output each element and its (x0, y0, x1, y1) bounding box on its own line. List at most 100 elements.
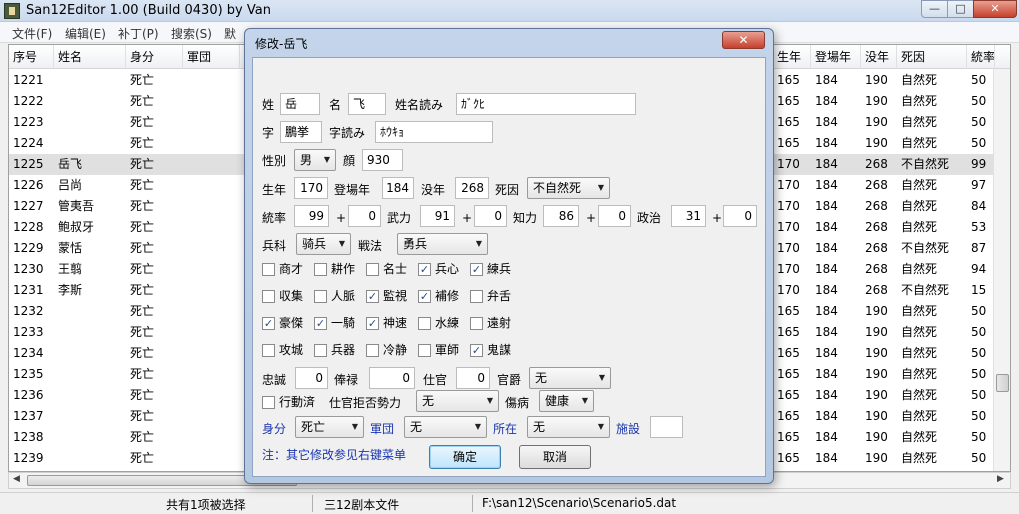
app-icon (4, 3, 20, 19)
col-status[interactable]: 身分 (126, 45, 183, 69)
tactic-select[interactable]: 勇兵 ▼ (397, 233, 488, 255)
col-death[interactable]: 没年 (861, 45, 897, 69)
corps-select[interactable]: 无 ▼ (404, 416, 487, 438)
service-input[interactable]: 0 (456, 367, 490, 389)
cell-death: 190 (865, 388, 888, 402)
courtesy-reading-input[interactable]: ﾎｳｷｮ (375, 121, 493, 143)
checkbox-box[interactable]: ✓ (470, 344, 483, 357)
cancel-button[interactable]: 取消 (519, 445, 591, 469)
cell-death: 190 (865, 430, 888, 444)
col-birth[interactable]: 生年 (773, 45, 811, 69)
cell-death: 190 (865, 409, 888, 423)
checkbox-box[interactable] (314, 263, 327, 276)
rank-select[interactable]: 无 ▼ (529, 367, 611, 389)
gender-select[interactable]: 男 ▼ (294, 149, 336, 171)
col-lead[interactable]: 統率 (967, 45, 995, 69)
location-select[interactable]: 无 ▼ (527, 416, 610, 438)
vertical-scroll-thumb[interactable] (996, 374, 1009, 392)
checkbox-box[interactable] (314, 344, 327, 357)
pol-bonus-input[interactable]: 0 (723, 205, 757, 227)
menu-more[interactable]: 默 (224, 25, 236, 42)
checkbox-box[interactable]: ✓ (418, 290, 431, 303)
checkbox-box[interactable] (314, 290, 327, 303)
checkbox-box[interactable]: ✓ (366, 317, 379, 330)
cell-id: 1233 (13, 325, 44, 339)
int-bonus-input[interactable]: 0 (598, 205, 631, 227)
menu-search[interactable]: 搜索(S) (171, 25, 212, 42)
pol-input[interactable]: 31 (671, 205, 706, 227)
col-cause[interactable]: 死因 (897, 45, 967, 69)
dialog-close-button[interactable]: ✕ (722, 31, 765, 49)
checkbox-box[interactable] (418, 344, 431, 357)
illness-select[interactable]: 健康 ▼ (539, 390, 594, 412)
skill-label: 攻城 (279, 343, 304, 357)
cell-lead: 50 (971, 388, 987, 402)
col-name[interactable]: 姓名 (54, 45, 126, 69)
service-label: 仕官 (423, 373, 448, 387)
illness-label: 傷病 (505, 396, 530, 410)
surname-input[interactable]: 岳 (280, 93, 320, 115)
loyalty-input[interactable]: 0 (295, 367, 328, 389)
checkbox-box[interactable] (262, 344, 275, 357)
checkbox-box[interactable]: ✓ (314, 317, 327, 330)
branch-select[interactable]: 骑兵 ▼ (296, 233, 351, 255)
checkbox-box[interactable] (470, 290, 483, 303)
int-input[interactable]: 86 (543, 205, 579, 227)
checkbox-box[interactable]: ✓ (470, 263, 483, 276)
name-reading-label: 姓名読み (395, 98, 444, 112)
close-button[interactable]: ✕ (973, 0, 1017, 18)
cell-name: 王翦 (58, 262, 83, 276)
status-bar: 共有1项被选择 三12剧本文件 F:\san12\Scenario\Scenar… (0, 492, 1019, 514)
courtesy-input[interactable]: 鵬挙 (280, 121, 322, 143)
cell-id: 1237 (13, 409, 44, 423)
scroll-left-arrow[interactable]: ◀ (13, 474, 20, 484)
menu-patch[interactable]: 补丁(P) (118, 25, 159, 42)
maximize-button[interactable]: □ (947, 0, 974, 18)
col-corps[interactable]: 軍団 (183, 45, 240, 69)
debut-input[interactable]: 184 (382, 177, 414, 199)
col-id[interactable]: 序号 (9, 45, 54, 69)
menu-edit[interactable]: 编辑(E) (65, 25, 106, 42)
cell-debut: 184 (815, 241, 838, 255)
lead-bonus-input[interactable]: 0 (348, 205, 381, 227)
war-input[interactable]: 91 (420, 205, 455, 227)
checkbox-box[interactable]: ✓ (418, 263, 431, 276)
cell-debut: 184 (815, 199, 838, 213)
minimize-button[interactable]: — (921, 0, 948, 18)
checkbox-box[interactable] (262, 290, 275, 303)
location-label: 所在 (493, 422, 518, 436)
col-debut[interactable]: 登場年 (811, 45, 861, 69)
menu-file[interactable]: 文件(F) (12, 25, 52, 42)
war-bonus-input[interactable]: 0 (474, 205, 507, 227)
face-input[interactable]: 930 (362, 149, 403, 171)
checkbox-box[interactable] (470, 317, 483, 330)
cell-lead: 97 (971, 178, 987, 192)
salary-input[interactable]: 0 (369, 367, 415, 389)
checkbox-box[interactable]: ✓ (262, 317, 275, 330)
vertical-scrollbar[interactable] (993, 69, 1010, 471)
death-input[interactable]: 268 (455, 177, 489, 199)
cell-death: 190 (865, 73, 888, 87)
checkbox-box[interactable] (366, 344, 379, 357)
name-reading-input[interactable]: ｶﾞｸﾋ (456, 93, 636, 115)
cause-select[interactable]: 不自然死 ▼ (527, 177, 610, 199)
lead-input[interactable]: 99 (294, 205, 329, 227)
refuse-select[interactable]: 无 ▼ (416, 390, 499, 412)
skill-label: 兵器 (331, 343, 356, 357)
cell-death: 268 (865, 199, 888, 213)
cell-lead: 99 (971, 157, 987, 171)
checkbox-box[interactable]: ✓ (366, 290, 379, 303)
cell-name (54, 322, 126, 343)
checkbox-box[interactable] (418, 317, 431, 330)
cell-debut: 184 (815, 115, 838, 129)
ok-button[interactable]: 确定 (429, 445, 501, 469)
given-name-input[interactable]: 飞 (348, 93, 386, 115)
facility-input[interactable] (650, 416, 683, 438)
checkbox-box[interactable] (262, 263, 275, 276)
cause-value: 不自然死 (533, 181, 582, 195)
checkbox-box[interactable] (262, 396, 275, 409)
plus-sign: + (712, 211, 723, 225)
birth-input[interactable]: 170 (294, 177, 328, 199)
checkbox-box[interactable] (366, 263, 379, 276)
identity-select[interactable]: 死亡 ▼ (295, 416, 364, 438)
